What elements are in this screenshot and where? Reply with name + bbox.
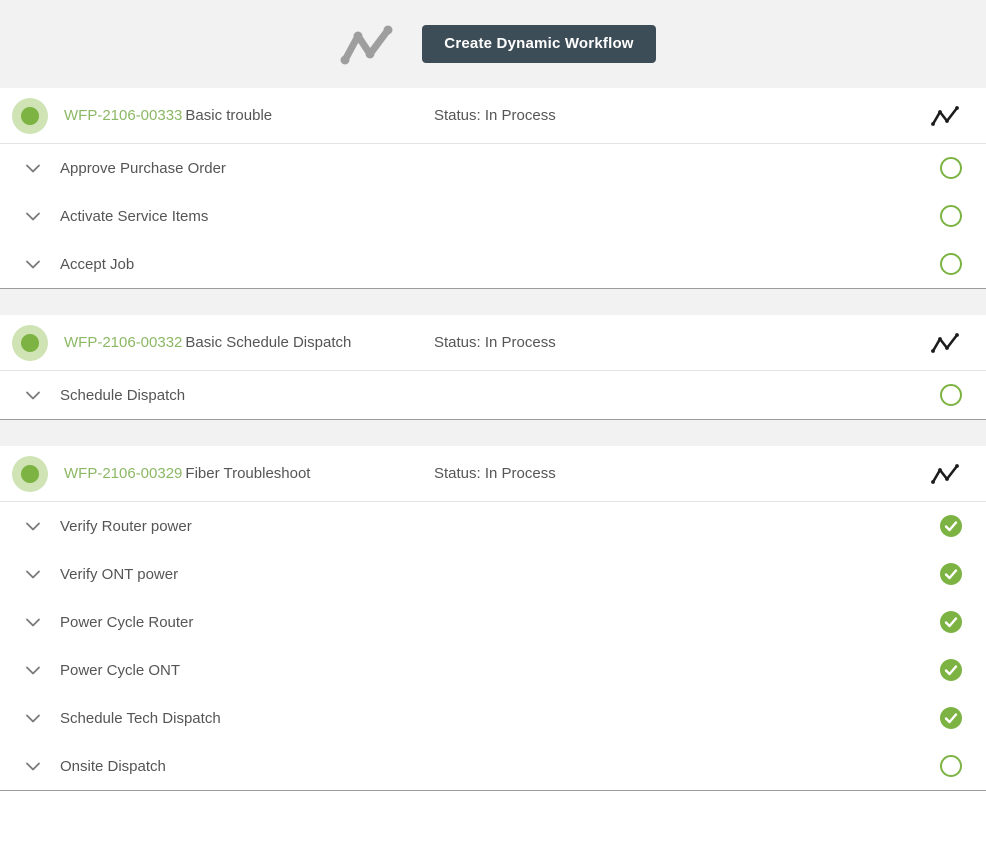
task-row[interactable]: Power Cycle Router (0, 598, 986, 646)
workflow-header[interactable]: WFP-2106-00332 Basic Schedule Dispatch Sta… (0, 315, 986, 371)
chevron-down-icon[interactable] (22, 755, 44, 777)
task-label: Accept Job (60, 255, 135, 273)
chevron-down-icon[interactable] (22, 611, 44, 633)
workflow-id[interactable]: WFP-2106-00329 (64, 465, 182, 482)
task-complete-check-icon[interactable] (940, 707, 962, 729)
task-row[interactable]: Onsite Dispatch (0, 742, 986, 790)
task-label: Activate Service Items (60, 207, 209, 225)
workflow-status-text: Status: In Process (434, 334, 556, 351)
chevron-down-icon[interactable] (22, 659, 44, 681)
task-complete-check-icon[interactable] (940, 611, 962, 633)
workflow-header[interactable]: WFP-2106-00329 Fiber Troubleshoot Status: … (0, 446, 986, 502)
workflow-group: WFP-2106-00332 Basic Schedule Dispatch Sta… (0, 315, 986, 420)
workflow-status-dot (12, 324, 48, 361)
workflow-name: Basic Schedule Dispatch (185, 334, 352, 351)
workflow-status-text: Status: In Process (434, 465, 556, 482)
workflow-status-dot (12, 455, 48, 492)
task-label: Power Cycle ONT (60, 661, 181, 679)
task-row[interactable]: Approve Purchase Order (0, 144, 986, 192)
line-chart-zigzag-icon (336, 20, 398, 68)
workflow-title: WFP-2106-00333 Basic trouble (64, 107, 272, 124)
task-row[interactable]: Accept Job (0, 240, 986, 288)
chevron-down-icon[interactable] (22, 157, 44, 179)
task-label: Schedule Dispatch (60, 386, 186, 404)
top-toolbar: Create Dynamic Workflow (0, 0, 986, 88)
trend-chart-icon[interactable] (928, 103, 962, 129)
workflow-status-dot (12, 97, 48, 134)
task-pending-circle-icon[interactable] (940, 384, 962, 406)
chevron-down-icon[interactable] (22, 707, 44, 729)
workflow-name: Fiber Troubleshoot (185, 465, 311, 482)
task-complete-check-icon[interactable] (940, 563, 962, 585)
task-label: Onsite Dispatch (60, 757, 166, 775)
workflow-group: WFP-2106-00329 Fiber Troubleshoot Status: … (0, 446, 986, 791)
group-separator (0, 289, 986, 315)
task-row[interactable]: Power Cycle ONT (0, 646, 986, 694)
workflow-id[interactable]: WFP-2106-00332 (64, 334, 182, 351)
task-label: Verify ONT power (60, 565, 179, 583)
task-row[interactable]: Activate Service Items (0, 192, 986, 240)
trend-chart-icon[interactable] (928, 461, 962, 487)
chevron-down-icon[interactable] (22, 384, 44, 406)
task-label: Schedule Tech Dispatch (60, 709, 221, 727)
task-pending-circle-icon[interactable] (940, 205, 962, 227)
chevron-down-icon[interactable] (22, 515, 44, 537)
workflow-title: WFP-2106-00332 Basic Schedule Dispatch (64, 334, 351, 351)
task-label: Power Cycle Router (60, 613, 194, 631)
create-dynamic-workflow-button[interactable]: Create Dynamic Workflow (422, 25, 656, 63)
group-separator (0, 420, 986, 446)
trend-chart-icon[interactable] (928, 330, 962, 356)
task-row[interactable]: Verify Router power (0, 502, 986, 550)
task-label: Approve Purchase Order (60, 159, 226, 177)
workflow-name: Basic trouble (185, 107, 273, 124)
chevron-down-icon[interactable] (22, 205, 44, 227)
task-complete-check-icon[interactable] (940, 515, 962, 537)
task-complete-check-icon[interactable] (940, 659, 962, 681)
task-pending-circle-icon[interactable] (940, 157, 962, 179)
workflow-header[interactable]: WFP-2106-00333 Basic trouble Status: In Pr… (0, 88, 986, 144)
task-row[interactable]: Schedule Dispatch (0, 371, 986, 419)
chevron-down-icon[interactable] (22, 253, 44, 275)
workflow-status-text: Status: In Process (434, 107, 556, 124)
task-row[interactable]: Schedule Tech Dispatch (0, 694, 986, 742)
workflow-list: WFP-2106-00333 Basic trouble Status: In Pr… (0, 88, 986, 791)
workflow-title: WFP-2106-00329 Fiber Troubleshoot (64, 465, 310, 482)
task-pending-circle-icon[interactable] (940, 253, 962, 275)
task-label: Verify Router power (60, 517, 192, 535)
workflow-group: WFP-2106-00333 Basic trouble Status: In Pr… (0, 88, 986, 289)
workflow-id[interactable]: WFP-2106-00333 (64, 107, 182, 124)
task-pending-circle-icon[interactable] (940, 755, 962, 777)
task-row[interactable]: Verify ONT power (0, 550, 986, 598)
chevron-down-icon[interactable] (22, 563, 44, 585)
